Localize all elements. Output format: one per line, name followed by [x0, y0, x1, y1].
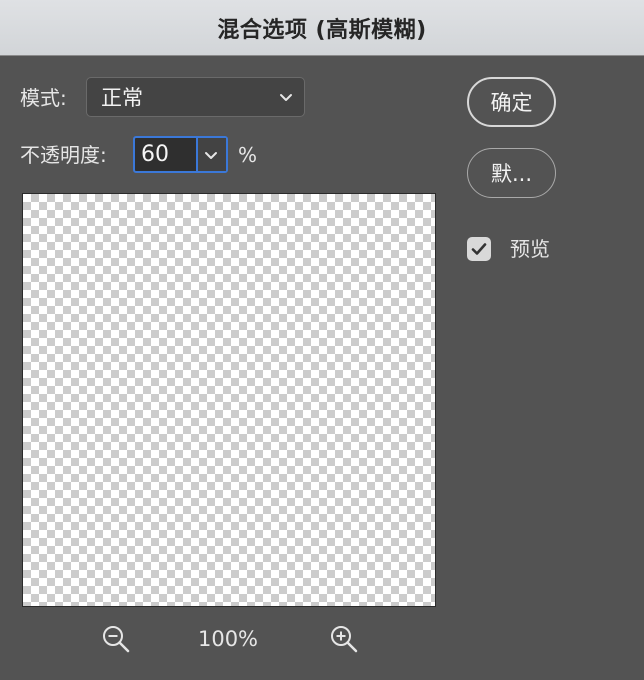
default-button[interactable]: 默... — [467, 148, 556, 198]
opacity-label: 不透明度: — [20, 143, 107, 167]
checkmark-icon — [471, 243, 487, 255]
chevron-down-icon — [205, 152, 217, 159]
opacity-input[interactable]: 60 — [135, 138, 196, 171]
zoom-level: 100% — [197, 627, 259, 651]
ok-button[interactable]: 确定 — [467, 77, 556, 127]
opacity-dropdown-button[interactable] — [196, 138, 226, 171]
mode-label: 模式: — [20, 86, 67, 110]
opacity-unit: % — [238, 143, 258, 167]
preview-label: 预览 — [510, 237, 550, 261]
zoom-out-icon[interactable] — [101, 624, 131, 654]
chevron-down-icon — [276, 87, 296, 107]
mode-select[interactable]: 正常 — [86, 77, 305, 117]
preview-canvas[interactable] — [22, 193, 436, 607]
blending-options-dialog: 混合选项 (高斯模糊) 模式: 正常 不透明度: 60 % 100% 确定 默.… — [0, 0, 644, 680]
title-bar: 混合选项 (高斯模糊) — [0, 0, 644, 56]
dialog-title: 混合选项 (高斯模糊) — [217, 17, 427, 43]
preview-checkbox[interactable] — [467, 237, 491, 261]
mode-select-value: 正常 — [101, 86, 143, 110]
opacity-combo: 60 — [133, 136, 228, 173]
zoom-in-icon[interactable] — [329, 624, 359, 654]
